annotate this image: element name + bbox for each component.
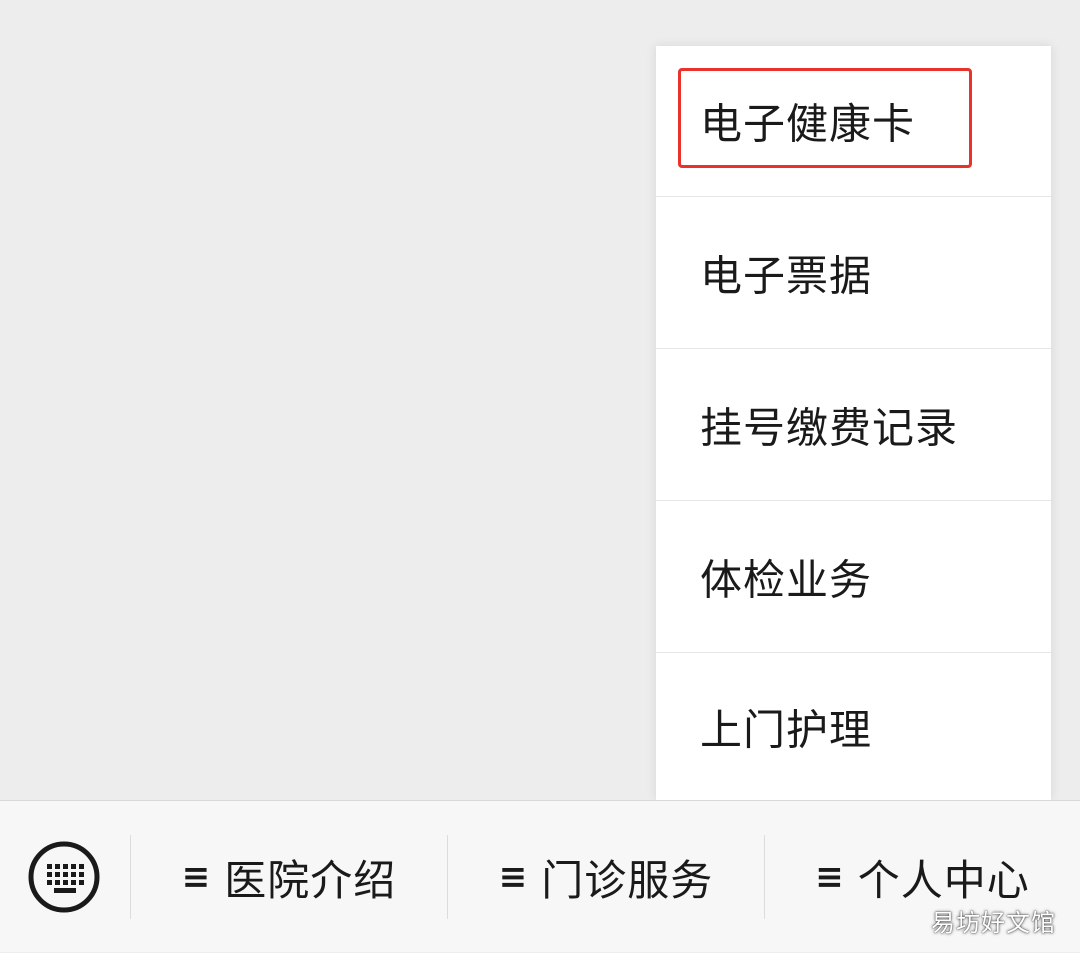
submenu-item-label: 体检业务 bbox=[700, 555, 873, 605]
submenu-item-health-card[interactable]: 电子健康卡 bbox=[656, 46, 1051, 197]
menu-lines-icon: ≡ bbox=[498, 857, 528, 897]
submenu-item-label: 电子票据 bbox=[700, 251, 873, 301]
submenu-item-label: 电子健康卡 bbox=[700, 99, 916, 149]
submenu-item-home-nursing[interactable]: 上门护理 bbox=[656, 654, 1051, 800]
submenu-item-payment-records[interactable]: 挂号缴费记录 bbox=[656, 350, 1051, 501]
submenu-item-e-invoice[interactable]: 电子票据 bbox=[656, 198, 1051, 349]
keyboard-icon bbox=[28, 841, 100, 913]
submenu-personal-center: 电子健康卡 电子票据 挂号缴费记录 体检业务 上门护理 bbox=[656, 46, 1051, 800]
menu-lines-icon: ≡ bbox=[181, 857, 211, 897]
menu-outpatient-services[interactable]: ≡ 门诊服务 bbox=[448, 801, 764, 953]
menu-hospital-intro[interactable]: ≡ 医院介绍 bbox=[131, 801, 447, 953]
watermark: 易坊好文馆 bbox=[931, 909, 1056, 937]
submenu-item-physical-exam[interactable]: 体检业务 bbox=[656, 502, 1051, 653]
keyboard-toggle-button[interactable] bbox=[26, 839, 102, 915]
submenu-item-label: 挂号缴费记录 bbox=[700, 403, 959, 453]
menu-label: 个人中心 bbox=[857, 855, 1030, 905]
bottom-menu-bar: ≡ 医院介绍 ≡ 门诊服务 ≡ 个人中心 bbox=[0, 800, 1080, 952]
menu-label: 医院介绍 bbox=[224, 855, 397, 905]
submenu-item-label: 上门护理 bbox=[700, 705, 873, 755]
menu-lines-icon: ≡ bbox=[815, 857, 844, 897]
menu-label: 门诊服务 bbox=[541, 855, 714, 905]
